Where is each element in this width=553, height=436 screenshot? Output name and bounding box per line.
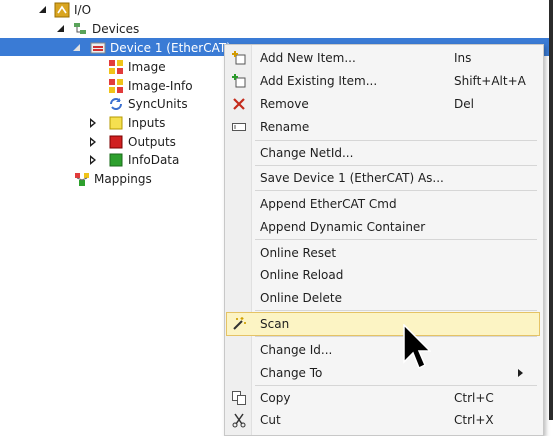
- add-new-item-icon: [231, 50, 247, 66]
- menu-separator: [255, 165, 537, 166]
- rename-icon: [231, 119, 247, 135]
- io-folder-icon: [54, 2, 70, 18]
- context-menu: Add New Item... Ins Add Existing Item...…: [224, 44, 544, 436]
- menu-item-append-dynamic-container[interactable]: Append Dynamic Container: [227, 216, 539, 238]
- menu-item-label: Append EtherCAT Cmd: [260, 197, 397, 211]
- tree-item-inputs[interactable]: Inputs: [88, 113, 165, 132]
- tree-item-label: Image-Info: [128, 78, 193, 93]
- menu-item-label: Online Delete: [260, 291, 342, 305]
- tree-item-label: Image: [128, 59, 166, 74]
- tree-item-mappings[interactable]: Mappings: [74, 169, 152, 188]
- menu-item-add-new-item[interactable]: Add New Item... Ins: [227, 47, 539, 69]
- menu-item-label: Scan: [260, 317, 290, 331]
- menu-item-label: Add Existing Item...: [260, 74, 378, 88]
- menu-item-shortcut: Ins: [454, 51, 472, 65]
- copy-icon: [231, 390, 247, 406]
- expand-open-icon[interactable]: [56, 24, 66, 34]
- menu-item-shortcut: Del: [454, 97, 474, 111]
- mappings-icon: [74, 171, 90, 187]
- expand-open-icon[interactable]: [72, 43, 82, 53]
- menu-item-add-existing-item[interactable]: Add Existing Item... Shift+Alt+A: [227, 70, 539, 92]
- image-icon: [108, 59, 124, 75]
- tree-item-label: Devices: [92, 21, 140, 36]
- tree-item-label: Mappings: [94, 171, 152, 186]
- menu-item-scan[interactable]: Scan: [226, 312, 540, 336]
- expand-closed-icon[interactable]: [88, 154, 98, 165]
- tree-item-image[interactable]: Image: [108, 57, 166, 76]
- tree-item-devices[interactable]: Devices: [56, 19, 139, 38]
- menu-item-label: Save Device 1 (EtherCAT) As...: [260, 171, 444, 185]
- devices-icon: [72, 21, 88, 37]
- menu-item-label: Change To: [260, 366, 323, 380]
- menu-item-shortcut: Ctrl+C: [454, 391, 494, 405]
- inputs-icon: [108, 115, 124, 131]
- menu-item-change-netid[interactable]: Change NetId...: [227, 142, 539, 164]
- ethercat-device-icon: [90, 40, 106, 56]
- image-info-icon: [108, 78, 124, 94]
- outputs-icon: [108, 134, 124, 150]
- menu-item-label: Append Dynamic Container: [260, 220, 426, 234]
- tree-item-label: Device 1 (EtherCAT): [110, 40, 231, 55]
- menu-item-online-reload[interactable]: Online Reload: [227, 264, 539, 286]
- menu-item-label: Online Reset: [260, 246, 337, 260]
- tree-item-label: InfoData: [128, 152, 180, 167]
- menu-item-cut[interactable]: Cut Ctrl+X: [227, 409, 539, 431]
- menu-separator: [255, 239, 537, 240]
- menu-separator: [255, 190, 537, 191]
- tree-item-label: I/O: [74, 2, 92, 17]
- menu-item-shortcut: Ctrl+X: [454, 413, 494, 427]
- expand-closed-icon[interactable]: [88, 136, 98, 147]
- tree-item-io[interactable]: I/O: [38, 0, 91, 19]
- tree-item-device1[interactable]: Device 1 (EtherCAT): [72, 38, 231, 57]
- menu-item-change-to[interactable]: Change To: [227, 362, 539, 384]
- tree-item-label: SyncUnits: [128, 96, 188, 111]
- menu-item-change-id[interactable]: Change Id...: [227, 339, 539, 361]
- menu-item-label: Rename: [260, 120, 310, 134]
- sync-icon: [108, 96, 124, 112]
- menu-item-online-delete[interactable]: Online Delete: [227, 287, 539, 309]
- add-existing-item-icon: [231, 73, 247, 89]
- menu-item-label: Remove: [260, 97, 309, 111]
- menu-separator: [255, 140, 537, 141]
- menu-item-label: Online Reload: [260, 268, 344, 282]
- tree-item-infodata[interactable]: InfoData: [88, 150, 179, 169]
- remove-icon: [231, 96, 247, 112]
- tree-item-label: Outputs: [128, 134, 176, 149]
- cut-icon: [231, 412, 247, 428]
- expand-closed-icon[interactable]: [88, 117, 98, 128]
- magic-wand-icon: [231, 316, 247, 332]
- menu-item-online-reset[interactable]: Online Reset: [227, 242, 539, 264]
- tree-item-outputs[interactable]: Outputs: [88, 132, 176, 151]
- menu-separator: [255, 310, 537, 311]
- tree-item-label: Inputs: [128, 115, 166, 130]
- menu-item-copy[interactable]: Copy Ctrl+C: [227, 387, 539, 409]
- submenu-arrow-icon: [518, 369, 523, 377]
- window-edge: [549, 0, 553, 420]
- tree-item-image-info[interactable]: Image-Info: [108, 76, 193, 95]
- menu-item-label: Change NetId...: [260, 146, 354, 160]
- menu-item-rename[interactable]: Rename: [227, 116, 539, 138]
- menu-item-append-ethercat-cmd[interactable]: Append EtherCAT Cmd: [227, 193, 539, 215]
- menu-separator: [255, 336, 537, 337]
- menu-item-label: Cut: [260, 413, 281, 427]
- menu-item-label: Copy: [260, 391, 291, 405]
- mouse-cursor-icon: [403, 324, 431, 370]
- menu-item-label: Change Id...: [260, 343, 333, 357]
- menu-item-save-device[interactable]: Save Device 1 (EtherCAT) As...: [227, 167, 539, 189]
- infodata-icon: [108, 152, 124, 168]
- tree-item-syncunits[interactable]: SyncUnits: [108, 94, 188, 113]
- expand-open-icon[interactable]: [38, 5, 48, 15]
- menu-separator: [255, 385, 537, 386]
- menu-item-remove[interactable]: Remove Del: [227, 93, 539, 115]
- menu-item-shortcut: Shift+Alt+A: [454, 74, 526, 88]
- menu-item-label: Add New Item...: [260, 51, 356, 65]
